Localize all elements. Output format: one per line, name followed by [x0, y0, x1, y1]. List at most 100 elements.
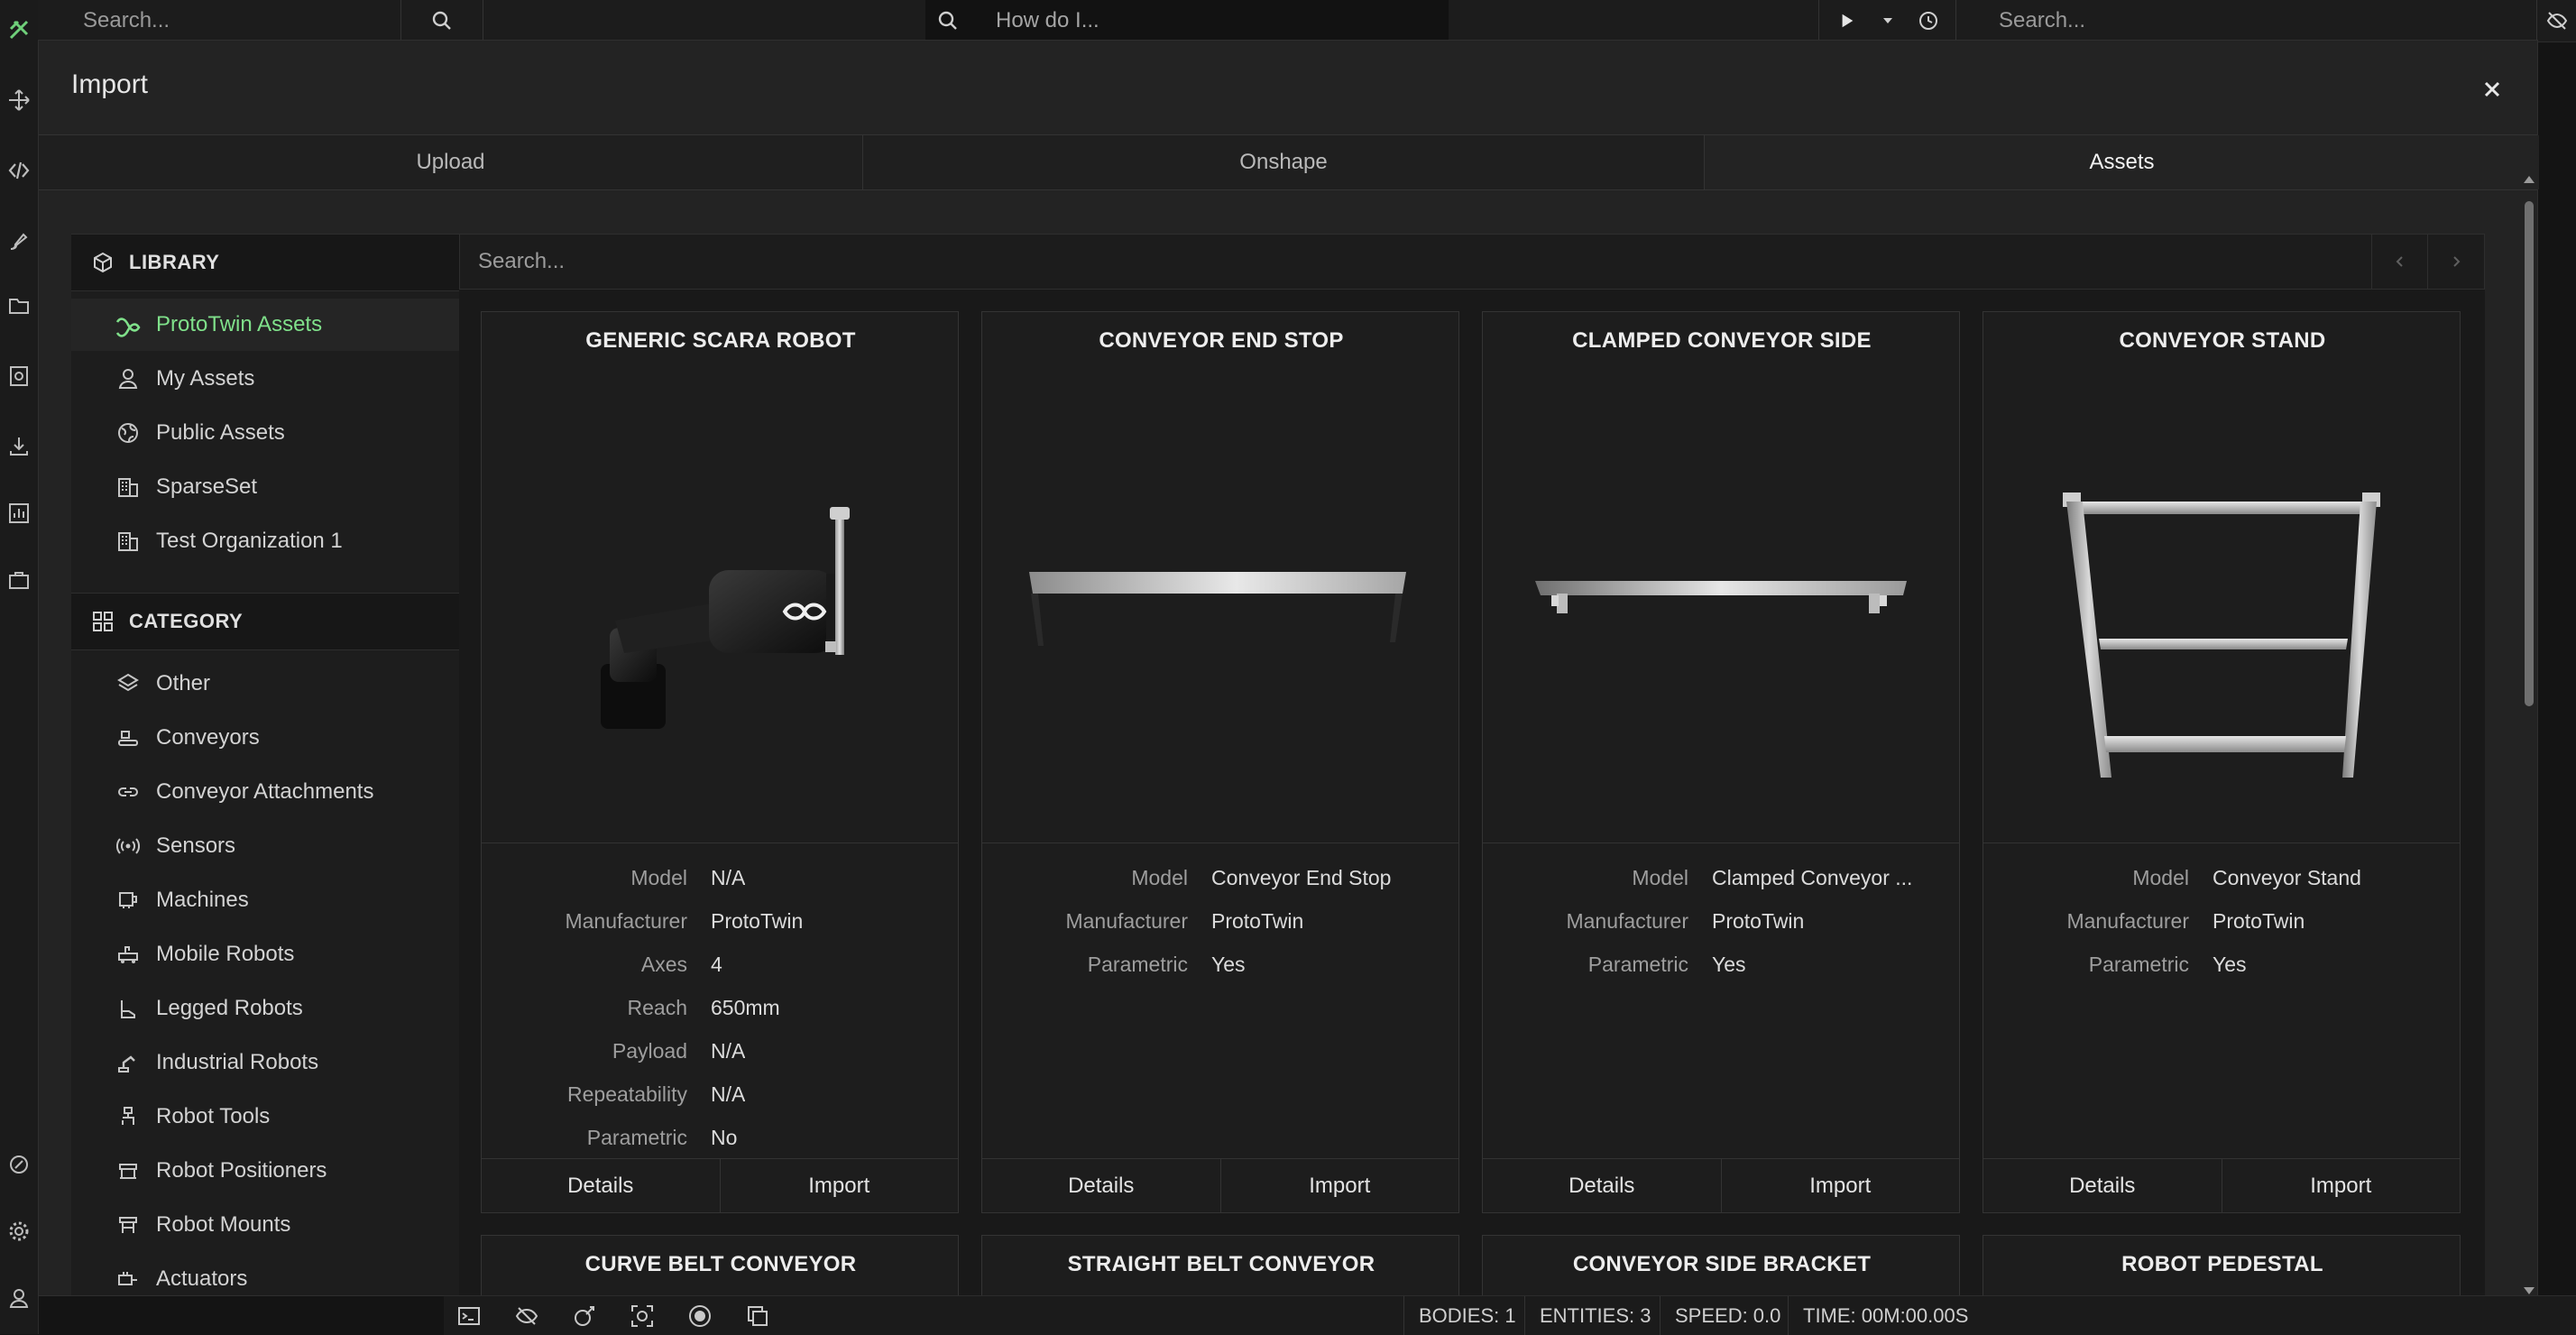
- import-button[interactable]: Import: [719, 1159, 959, 1213]
- asset-actions: Details Import: [1483, 1158, 1959, 1213]
- property-key: Parametric: [586, 1125, 687, 1149]
- tab-onshape-label: Onshape: [1239, 150, 1328, 174]
- vertical-scrollbar[interactable]: [2519, 176, 2537, 1294]
- asset-title: CURVE BELT CONVEYOR: [584, 1252, 857, 1276]
- actuator-icon: [115, 1266, 142, 1293]
- sidebar-item-sparseset[interactable]: SparseSet: [71, 461, 459, 513]
- speed-readout: SPEED: 0.0: [1660, 1296, 1788, 1335]
- inspector-icon[interactable]: [7, 364, 31, 388]
- details-button[interactable]: Details: [1483, 1159, 1721, 1213]
- record-icon[interactable]: [687, 1303, 713, 1329]
- physics-icon[interactable]: [572, 1303, 597, 1329]
- sidebar-item-label: Robot Positioners: [156, 1158, 327, 1183]
- visibility-off-icon[interactable]: [2536, 0, 2576, 41]
- sidebar-item-label: Mobile Robots: [156, 942, 295, 966]
- code-icon[interactable]: [7, 159, 31, 182]
- mobile-robot-icon: [115, 941, 142, 968]
- asset-card[interactable]: GENERIC SCARA ROBOT Model N/A Manufactur…: [481, 311, 959, 1213]
- sidebar-item-robot-tools[interactable]: Robot Tools: [71, 1091, 459, 1143]
- property-row: Model N/A: [482, 856, 958, 899]
- tab-upload[interactable]: Upload: [39, 135, 863, 189]
- folder-icon[interactable]: [7, 294, 31, 318]
- property-row: Payload N/A: [482, 1029, 958, 1073]
- sidebar-item-prototwin-assets[interactable]: ProtoTwin Assets: [71, 299, 459, 351]
- close-icon[interactable]: [2479, 77, 2505, 102]
- asset-card[interactable]: CLAMPED CONVEYOR SIDE Model Clamped Conve…: [1482, 311, 1960, 1213]
- sidebar-item-industrial-robots[interactable]: Industrial Robots: [71, 1036, 459, 1089]
- chart-icon[interactable]: [7, 502, 31, 525]
- sidebar-item-public-assets[interactable]: Public Assets: [71, 407, 459, 459]
- sidebar-item-label: Conveyors: [156, 725, 260, 750]
- property-key: Manufacturer: [1566, 908, 1688, 933]
- briefcase-icon[interactable]: [7, 568, 31, 592]
- sidebar-item-machines[interactable]: Machines: [71, 874, 459, 926]
- property-row: Parametric Yes: [1983, 943, 2460, 986]
- next-page-chevron-right-icon[interactable]: [2427, 235, 2484, 289]
- previous-page-chevron-left-icon[interactable]: [2371, 235, 2428, 289]
- gear-icon[interactable]: [7, 1220, 31, 1243]
- visibility-off-icon[interactable]: [514, 1303, 539, 1329]
- play-options-chevron-down-icon[interactable]: [1874, 0, 1901, 41]
- sidebar-item-conveyor-attachments[interactable]: Conveyor Attachments: [71, 766, 459, 818]
- search-icon[interactable]: [400, 0, 483, 41]
- terminal-icon[interactable]: [456, 1303, 482, 1329]
- settings-tool-icon[interactable]: [7, 1153, 31, 1176]
- sidebar-item-my-assets[interactable]: My Assets: [71, 353, 459, 405]
- sidebar-item-robot-mounts[interactable]: Robot Mounts: [71, 1199, 459, 1251]
- property-row: Axes 4: [482, 943, 958, 986]
- import-icon[interactable]: [7, 435, 31, 458]
- sidebar-item-test-organization-1[interactable]: Test Organization 1: [71, 515, 459, 567]
- details-button[interactable]: Details: [482, 1159, 720, 1213]
- right-search-placeholder: Search...: [1999, 8, 2086, 32]
- account-icon[interactable]: [7, 1286, 31, 1310]
- help-search-icon: [936, 9, 960, 32]
- left-search-placeholder: Search...: [83, 8, 170, 32]
- property-row: Reach 650mm: [482, 986, 958, 1029]
- details-button[interactable]: Details: [1983, 1159, 2222, 1213]
- move-icon[interactable]: [7, 88, 31, 112]
- scrollbar-thumb[interactable]: [2525, 201, 2534, 706]
- help-search-input[interactable]: How do I...: [925, 0, 1449, 41]
- sidebar-item-conveyors[interactable]: Conveyors: [71, 712, 459, 764]
- property-value: Conveyor End Stop: [1211, 865, 1392, 889]
- category-heading: CATEGORY: [71, 593, 459, 650]
- asset-properties: Model Conveyor End Stop Manufacturer Proto…: [982, 842, 1458, 986]
- asset-card[interactable]: CONVEYOR END STOP Model Conveyor End Stop…: [981, 311, 1459, 1213]
- scroll-up-arrow-icon[interactable]: [2524, 176, 2535, 183]
- sidebar-item-sensors[interactable]: Sensors: [71, 820, 459, 872]
- property-value: ProtoTwin: [1712, 908, 1805, 933]
- property-value: No: [711, 1125, 738, 1149]
- import-button[interactable]: Import: [1720, 1159, 1960, 1213]
- sidebar-item-label: My Assets: [156, 366, 255, 391]
- sidebar-item-label: Legged Robots: [156, 996, 303, 1020]
- paint-icon[interactable]: [7, 229, 31, 253]
- asset-title: CONVEYOR STAND: [2119, 328, 2326, 353]
- import-button[interactable]: Import: [2221, 1159, 2461, 1213]
- assets-search: [459, 234, 2485, 290]
- machine-icon: [115, 887, 142, 914]
- assets-search-input[interactable]: [476, 248, 2194, 275]
- asset-title: GENERIC SCARA ROBOT: [585, 328, 856, 353]
- import-button[interactable]: Import: [1219, 1159, 1459, 1213]
- property-key: Reach: [627, 995, 687, 1019]
- details-button[interactable]: Details: [982, 1159, 1220, 1213]
- sidebar-item-legged-robots[interactable]: Legged Robots: [71, 982, 459, 1035]
- sidebar-item-robot-positioners[interactable]: Robot Positioners: [71, 1145, 459, 1197]
- left-search-input[interactable]: Search...: [83, 0, 435, 41]
- robot-tool-icon: [115, 1103, 142, 1130]
- play-button[interactable]: [1818, 0, 1875, 41]
- tab-assets[interactable]: Assets: [1705, 135, 2539, 189]
- sidebar-item-other[interactable]: Other: [71, 658, 459, 710]
- history-icon[interactable]: [1901, 0, 1956, 41]
- tab-onshape[interactable]: Onshape: [863, 135, 1705, 189]
- prototwin-logo-icon[interactable]: [7, 18, 31, 41]
- sidebar-item-actuators[interactable]: Actuators: [71, 1253, 459, 1305]
- property-key: Model: [1632, 865, 1688, 889]
- asset-title: CLAMPED CONVEYOR SIDE: [1572, 328, 1872, 353]
- asset-card[interactable]: CONVEYOR STAND Model Conveyor Stand Manu…: [1983, 311, 2461, 1213]
- scroll-down-arrow-icon[interactable]: [2524, 1287, 2535, 1294]
- right-search-input[interactable]: Search...: [1999, 0, 2504, 41]
- copy-icon[interactable]: [745, 1303, 770, 1329]
- focus-icon[interactable]: [630, 1303, 655, 1329]
- sidebar-item-mobile-robots[interactable]: Mobile Robots: [71, 928, 459, 981]
